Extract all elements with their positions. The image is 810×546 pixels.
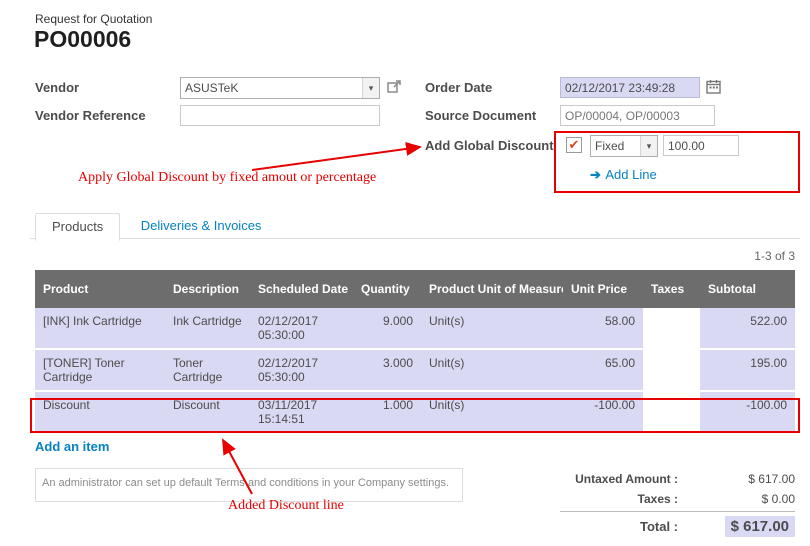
add-line-arrow-icon: ➔ [590, 167, 601, 182]
calendar-icon[interactable] [706, 79, 721, 94]
untaxed-amount-row: Untaxed Amount : $ 617.00 [560, 472, 795, 486]
doc-type-label: Request for Quotation [35, 12, 152, 26]
col-description: Description [165, 270, 250, 308]
add-line-link[interactable]: ➔ Add Line [590, 166, 657, 184]
col-uom: Product Unit of Measure [421, 270, 563, 308]
cell-taxes[interactable] [643, 349, 700, 391]
order-date-label: Order Date [425, 80, 492, 95]
vendor-select[interactable]: ASUSTeK ▾ [180, 77, 380, 99]
table-row[interactable]: [TONER] Toner Cartridge Toner Cartridge … [35, 349, 795, 391]
cell-subtotal[interactable]: -100.00 [700, 391, 795, 433]
total-row: Total : $ 617.00 [560, 518, 795, 535]
tab-deliveries-invoices[interactable]: Deliveries & Invoices [125, 213, 278, 238]
terms-conditions-field[interactable]: An administrator can set up default Term… [35, 468, 463, 502]
untaxed-amount-value: $ 617.00 [678, 472, 795, 486]
add-an-item-link[interactable]: Add an item [35, 439, 109, 454]
cell-uom[interactable]: Unit(s) [421, 308, 563, 349]
source-document-input[interactable] [560, 105, 715, 126]
col-subtotal: Subtotal [700, 270, 795, 308]
page-title: PO00006 [34, 26, 131, 53]
col-scheduled-date: Scheduled Date [250, 270, 353, 308]
vendor-reference-label: Vendor Reference [35, 108, 146, 123]
cell-quantity[interactable]: 1.000 [353, 391, 421, 433]
vendor-select-value: ASUSTeK [181, 81, 362, 95]
tab-products[interactable]: Products [35, 213, 120, 241]
taxes-value: $ 0.00 [678, 492, 795, 506]
pager-text: 1-3 of 3 [754, 249, 795, 263]
total-label: Total : [560, 519, 678, 534]
col-quantity: Quantity [353, 270, 421, 308]
global-discount-label: Add Global Discount [425, 138, 554, 153]
cell-product[interactable]: Discount [35, 391, 165, 433]
annotation-global-discount-note: Apply Global Discount by fixed amout or … [78, 170, 376, 186]
arrow-to-global-discount [252, 147, 420, 170]
cell-taxes[interactable] [643, 391, 700, 433]
external-link-icon[interactable] [386, 79, 402, 95]
cell-subtotal[interactable]: 195.00 [700, 349, 795, 391]
cell-subtotal[interactable]: 522.00 [700, 308, 795, 349]
cell-product[interactable]: [TONER] Toner Cartridge [35, 349, 165, 391]
cell-taxes[interactable] [643, 308, 700, 349]
untaxed-amount-label: Untaxed Amount : [560, 472, 678, 486]
cell-uom[interactable]: Unit(s) [421, 391, 563, 433]
global-discount-checkbox[interactable]: ✔ [566, 137, 582, 153]
col-unit-price: Unit Price [563, 270, 643, 308]
cell-unit-price[interactable]: 58.00 [563, 308, 643, 349]
col-taxes: Taxes [643, 270, 700, 308]
table-header-row: Product Description Scheduled Date Quant… [35, 270, 795, 308]
discount-type-value: Fixed [591, 139, 640, 153]
col-product: Product [35, 270, 165, 308]
discount-type-select[interactable]: Fixed ▾ [590, 135, 658, 157]
taxes-row: Taxes : $ 0.00 [560, 492, 795, 506]
order-date-input[interactable] [560, 77, 700, 98]
source-document-label: Source Document [425, 108, 536, 123]
cell-scheduled-date[interactable]: 03/11/2017 15:14:51 [250, 391, 353, 433]
cell-quantity[interactable]: 3.000 [353, 349, 421, 391]
cell-scheduled-date[interactable]: 02/12/2017 05:30:00 [250, 349, 353, 391]
order-lines-table: Product Description Scheduled Date Quant… [35, 270, 795, 434]
add-line-label: Add Line [605, 167, 656, 182]
cell-scheduled-date[interactable]: 02/12/2017 05:30:00 [250, 308, 353, 349]
vendor-label: Vendor [35, 80, 79, 95]
rfq-form-page: Request for Quotation PO00006 Vendor ASU… [0, 0, 810, 546]
taxes-label: Taxes : [560, 492, 678, 506]
tab-bar: Products Deliveries & Invoices [30, 212, 800, 239]
cell-description[interactable]: Ink Cartridge [165, 308, 250, 349]
cell-product[interactable]: [INK] Ink Cartridge [35, 308, 165, 349]
table-row-discount[interactable]: Discount Discount 03/11/2017 15:14:51 1.… [35, 391, 795, 433]
cell-quantity[interactable]: 9.000 [353, 308, 421, 349]
chevron-down-icon[interactable]: ▾ [362, 78, 379, 98]
vendor-reference-input[interactable] [180, 105, 380, 126]
cell-description[interactable]: Toner Cartridge [165, 349, 250, 391]
total-value: $ 617.00 [725, 516, 795, 537]
chevron-down-icon[interactable]: ▾ [640, 136, 657, 156]
table-row[interactable]: [INK] Ink Cartridge Ink Cartridge 02/12/… [35, 308, 795, 349]
cell-unit-price[interactable]: -100.00 [563, 391, 643, 433]
discount-amount-input[interactable] [663, 135, 739, 156]
totals-divider [560, 511, 795, 512]
cell-description[interactable]: Discount [165, 391, 250, 433]
cell-unit-price[interactable]: 65.00 [563, 349, 643, 391]
cell-uom[interactable]: Unit(s) [421, 349, 563, 391]
